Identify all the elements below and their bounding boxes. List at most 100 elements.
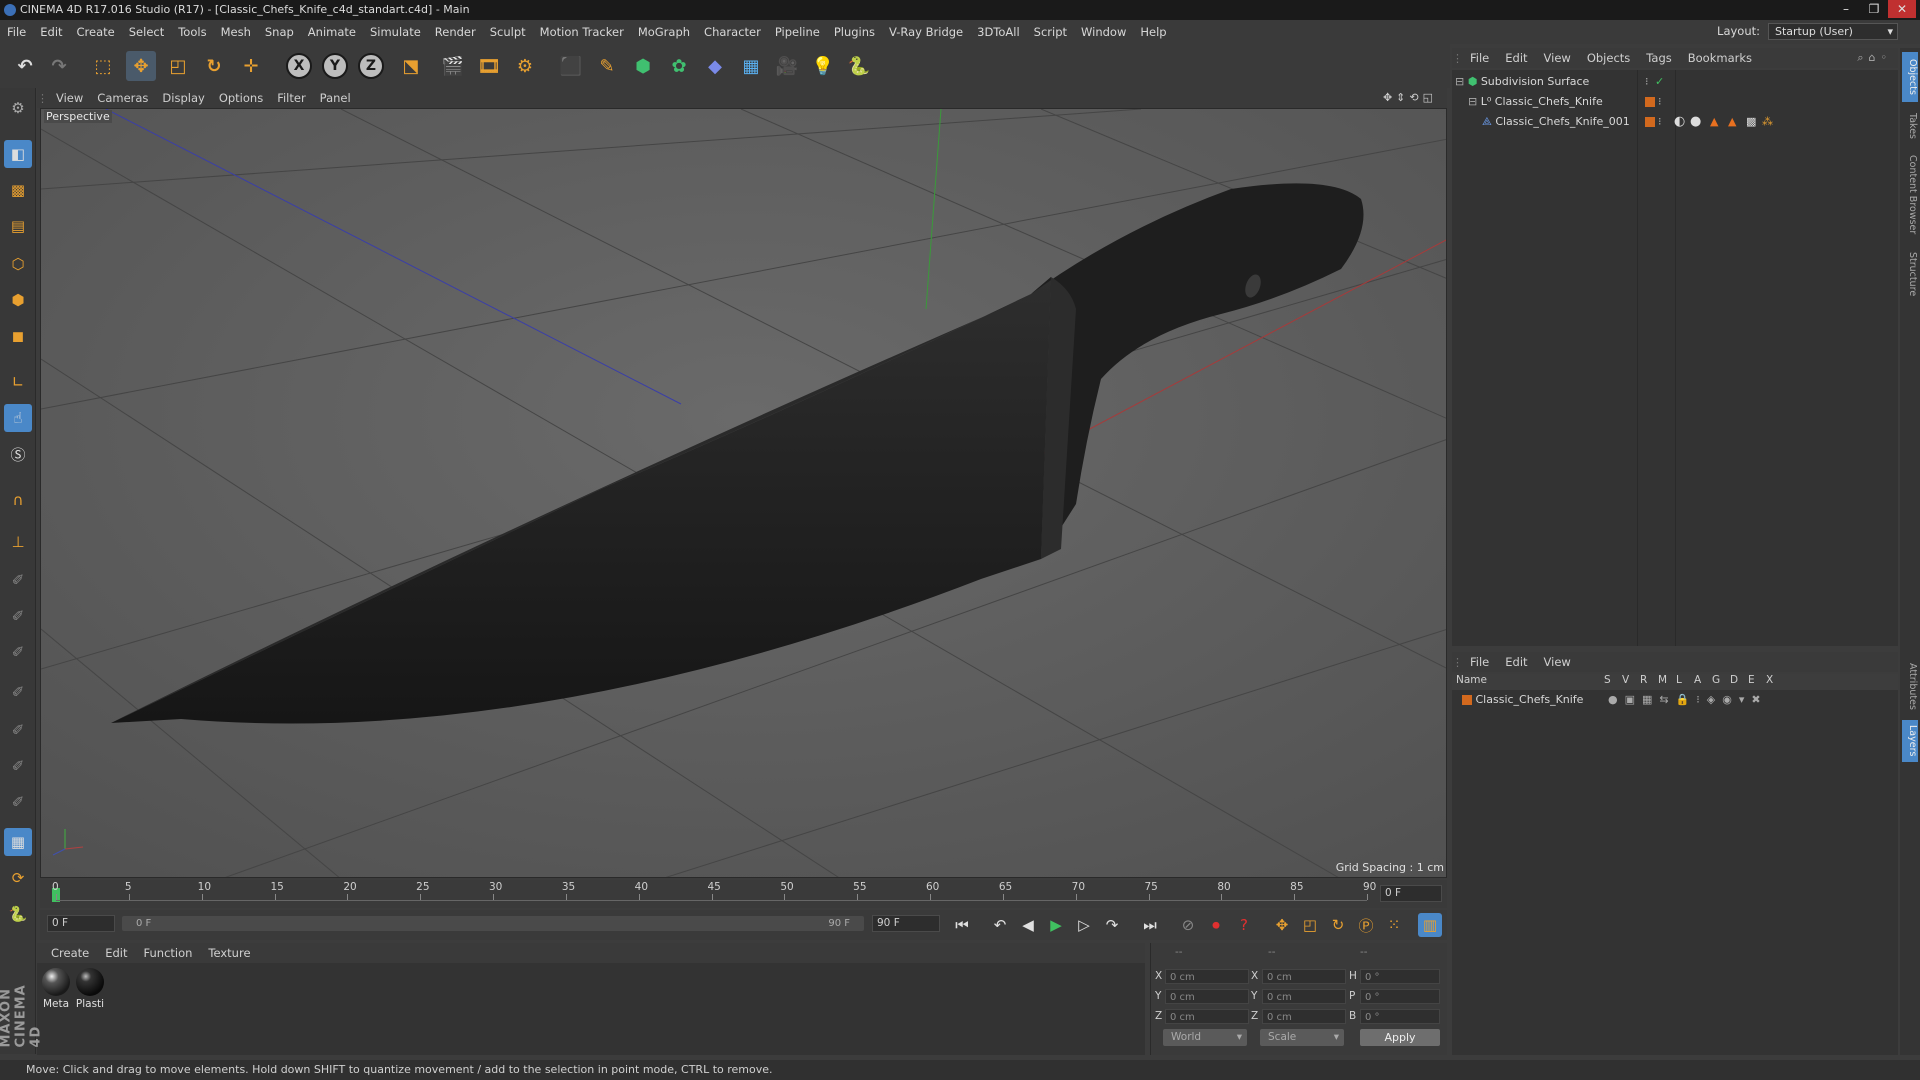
brush-tool-5-icon[interactable]: ✐	[4, 716, 32, 744]
render-settings-icon[interactable]: ⚙	[510, 51, 540, 81]
autokey-icon[interactable]: ?	[1232, 913, 1256, 937]
rotation-b-field[interactable]: 0 °	[1360, 1009, 1440, 1024]
objects-menu-bookmarks[interactable]: Bookmarks	[1680, 48, 1760, 68]
material-menu-function[interactable]: Function	[136, 943, 201, 963]
material-menu-edit[interactable]: Edit	[97, 943, 135, 963]
key-parameter-icon[interactable]: Ⓟ	[1354, 913, 1378, 937]
coordinate-system-icon[interactable]: ⬔	[396, 51, 426, 81]
live-selection-icon[interactable]: ⬚	[88, 51, 118, 81]
size-mode-dropdown[interactable]: Scale ▾	[1260, 1029, 1344, 1046]
python-icon[interactable]: 🐍	[844, 51, 874, 81]
search-icon[interactable]: ⌕⌂◦	[1857, 48, 1892, 68]
brush-tool-7-icon[interactable]: ✐	[4, 788, 32, 816]
viewport-menu-view[interactable]: View	[49, 88, 90, 108]
menu-select[interactable]: Select	[122, 20, 171, 44]
menu-create[interactable]: Create	[70, 20, 122, 44]
timeline-ruler[interactable]: 0 5 10 15 20 25 30 35 40 45 50 55 60 65 70 75 80 85 90 0 F	[40, 880, 1447, 908]
tab-structure[interactable]: Structure	[1902, 244, 1918, 304]
spline-pen-icon[interactable]: ✎	[592, 51, 622, 81]
key-position-icon[interactable]: ✥	[1270, 913, 1294, 937]
grid-lock-icon[interactable]: ▦	[4, 828, 32, 856]
x-axis-lock-button[interactable]: X	[286, 53, 312, 79]
tab-layers[interactable]: Layers	[1902, 720, 1918, 762]
menu-motion-tracker[interactable]: Motion Tracker	[533, 20, 631, 44]
column-name[interactable]: Name	[1456, 674, 1487, 686]
edges-mode-icon[interactable]: ⬢	[4, 286, 32, 314]
column-xref[interactable]: X	[1766, 674, 1773, 686]
menu-sculpt[interactable]: Sculpt	[483, 20, 533, 44]
layers-menu-file[interactable]: File	[1462, 652, 1497, 672]
material-menu-create[interactable]: Create	[43, 943, 97, 963]
soft-selection-icon[interactable]: ⟳	[4, 864, 32, 892]
timeline-window-icon[interactable]: ▥	[1418, 913, 1442, 937]
menu-character[interactable]: Character	[697, 20, 768, 44]
go-to-start-icon[interactable]: ⏮	[950, 913, 974, 937]
collapse-icon[interactable]: ⊟	[1468, 95, 1477, 108]
menu-plugins[interactable]: Plugins	[827, 20, 882, 44]
column-locked[interactable]: L	[1676, 674, 1682, 686]
column-view[interactable]: V	[1622, 674, 1629, 686]
material-menu-texture[interactable]: Texture	[200, 943, 258, 963]
object-row-classic-chefs-knife[interactable]: ⊟ L⁰ Classic_Chefs_Knife ⁝	[1468, 93, 1895, 111]
layer-color-swatch[interactable]	[1645, 117, 1655, 127]
menu-tools[interactable]: Tools	[171, 20, 213, 44]
minimize-button[interactable]: –	[1832, 0, 1860, 18]
selection-tag-icon[interactable]: ⁂	[1762, 113, 1773, 131]
menu-mesh[interactable]: Mesh	[214, 20, 258, 44]
viewport-navigation-icons[interactable]: ✥⇕⟲◱	[1383, 88, 1437, 108]
python-script-icon[interactable]: 🐍	[4, 900, 32, 928]
maximize-button[interactable]: ❐	[1860, 0, 1888, 18]
objects-menu-view[interactable]: View	[1536, 48, 1579, 68]
material-tag-metal-icon[interactable]: ◐	[1674, 113, 1685, 131]
render-view-icon[interactable]: 🎬	[438, 51, 468, 81]
layer-row[interactable]: Classic_Chefs_Knife ●▣▦⇆🔒⁝◈◉▾✖	[1462, 691, 1892, 709]
material-swatch[interactable]: Plasti	[75, 968, 105, 1010]
uvw-tag-icon[interactable]: ▲	[1728, 113, 1736, 131]
position-x-field[interactable]: 0 cm	[1165, 969, 1249, 984]
menu-3dtoall[interactable]: 3DToAll	[970, 20, 1027, 44]
size-x-field[interactable]: 0 cm	[1262, 969, 1346, 984]
scale-tool-icon[interactable]: ◰	[163, 51, 193, 81]
material-swatch[interactable]: Meta	[41, 968, 71, 1010]
texture-mode-icon[interactable]: ▩	[4, 176, 32, 204]
column-animation[interactable]: A	[1694, 674, 1701, 686]
cloner-icon[interactable]: ✿	[664, 51, 694, 81]
current-frame-field[interactable]: 0 F	[1380, 885, 1442, 902]
z-axis-lock-button[interactable]: Z	[358, 53, 384, 79]
brush-tool-4-icon[interactable]: ✐	[4, 678, 32, 706]
key-rotation-icon[interactable]: ↻	[1326, 913, 1350, 937]
tweak-mode-icon[interactable]: ☝	[4, 404, 32, 432]
transform-tool-icon[interactable]: ✛	[236, 51, 266, 81]
subdivision-surface-icon[interactable]: ⬢	[628, 51, 658, 81]
key-scale-icon[interactable]: ◰	[1298, 913, 1322, 937]
key-pla-icon[interactable]: ⁙	[1382, 913, 1406, 937]
brush-tool-6-icon[interactable]: ✐	[4, 752, 32, 780]
points-mode-icon[interactable]: ⬡	[4, 250, 32, 278]
render-to-picture-viewer-icon[interactable]: 🎞	[474, 51, 504, 81]
quantize-icon[interactable]: ⊥	[4, 528, 32, 556]
menu-simulate[interactable]: Simulate	[363, 20, 428, 44]
position-y-field[interactable]: 0 cm	[1165, 989, 1249, 1004]
axis-mode-icon[interactable]: ∟	[4, 368, 32, 396]
undo-icon[interactable]: ↶	[10, 51, 40, 81]
move-tool-icon[interactable]: ✥	[126, 51, 156, 81]
play-icon[interactable]: ▶	[1044, 913, 1068, 937]
collapse-icon[interactable]: ⊟	[1455, 75, 1464, 88]
viewport-menu-options[interactable]: Options	[212, 88, 270, 108]
frame-range-slider[interactable]: 0 F 90 F	[122, 916, 864, 931]
menu-animate[interactable]: Animate	[301, 20, 363, 44]
cube-primitive-icon[interactable]: ⬛	[556, 51, 586, 81]
model-mode-icon[interactable]: ◧	[4, 140, 32, 168]
objects-menu-tags[interactable]: Tags	[1638, 48, 1679, 68]
apply-button[interactable]: Apply	[1360, 1029, 1440, 1046]
menu-edit[interactable]: Edit	[33, 20, 69, 44]
layer-toggle-icons[interactable]: ●▣▦⇆🔒⁝◈◉▾✖	[1608, 691, 1768, 709]
magnet-icon[interactable]: ∩	[4, 486, 32, 514]
column-generators[interactable]: G	[1712, 674, 1720, 686]
visibility-toggle-icon[interactable]: ⁝	[1658, 113, 1662, 131]
coordinate-mode-dropdown[interactable]: World ▾	[1163, 1029, 1247, 1046]
visibility-toggle-icon[interactable]: ⁝	[1645, 73, 1649, 91]
tab-attributes[interactable]: Attributes	[1902, 656, 1918, 716]
brush-tool-2-icon[interactable]: ✐	[4, 602, 32, 630]
material-tag-plastic-icon[interactable]: ●	[1690, 113, 1701, 131]
